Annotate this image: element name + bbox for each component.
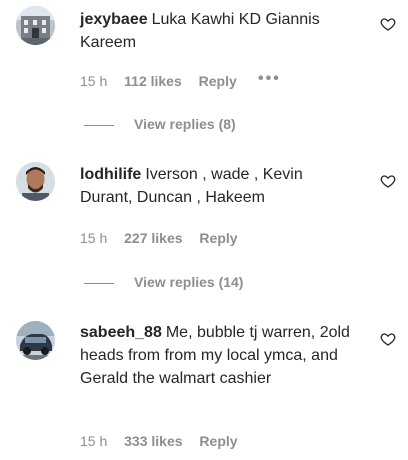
- view-replies-button[interactable]: View replies (14): [84, 274, 243, 290]
- view-replies-button[interactable]: View replies (8): [84, 116, 236, 132]
- avatar-photo-icon: [16, 321, 55, 360]
- reply-button[interactable]: Reply: [199, 433, 237, 449]
- comment-meta: 15 h 112 likes Reply: [80, 73, 250, 89]
- comment-text: lodhilife Iverson , wade , Kevin Durant, …: [80, 163, 355, 209]
- view-replies-label: View replies (14): [134, 274, 244, 290]
- divider-line: [84, 282, 114, 284]
- view-replies-label: View replies (8): [134, 116, 236, 132]
- avatar-photo-icon: [16, 6, 55, 45]
- comment-time: 15 h: [80, 230, 108, 246]
- comment-meta: 15 h 227 likes Reply: [80, 230, 251, 246]
- avatar[interactable]: [16, 6, 55, 45]
- more-options-button[interactable]: •••: [258, 70, 281, 88]
- comment-username[interactable]: jexybaee: [80, 11, 148, 28]
- heart-icon[interactable]: [380, 331, 396, 347]
- comment-meta: 15 h 333 likes Reply: [80, 433, 251, 449]
- comment-text: jexybaee Luka Kawhi KD Giannis Kareem: [80, 8, 355, 54]
- comment-likes[interactable]: 333 likes: [124, 433, 182, 449]
- avatar[interactable]: [16, 321, 55, 360]
- reply-button[interactable]: Reply: [199, 73, 237, 89]
- comment-username[interactable]: sabeeh_88: [80, 324, 162, 341]
- comment-likes[interactable]: 227 likes: [124, 230, 182, 246]
- comment-likes[interactable]: 112 likes: [124, 73, 182, 89]
- divider-line: [84, 124, 114, 126]
- heart-icon[interactable]: [380, 16, 396, 32]
- reply-button[interactable]: Reply: [199, 230, 237, 246]
- avatar[interactable]: [16, 162, 55, 201]
- comment-time: 15 h: [80, 73, 108, 89]
- comment-time: 15 h: [80, 433, 108, 449]
- comment-username[interactable]: lodhilife: [80, 166, 141, 183]
- heart-icon[interactable]: [380, 173, 396, 189]
- comment-text: sabeeh_88 Me, bubble tj warren, 2old head…: [80, 321, 355, 390]
- avatar-photo-icon: [16, 162, 55, 201]
